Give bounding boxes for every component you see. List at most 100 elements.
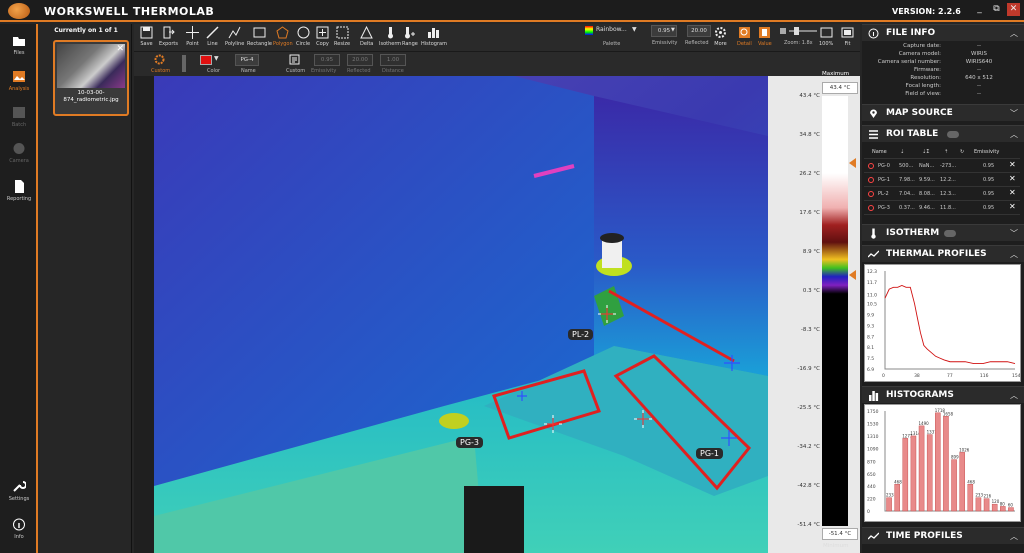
reflected-input[interactable]: 20.00 xyxy=(687,25,711,37)
histogram-y-tick: 1310 xyxy=(867,434,879,440)
close-button[interactable]: ✕ xyxy=(1007,3,1020,16)
nav-camera[interactable]: Camera xyxy=(0,142,38,164)
nav-info[interactable]: Info xyxy=(0,518,38,540)
scale-upper-handle[interactable] xyxy=(849,158,856,168)
histograms-header[interactable]: HISTOGRAMS ︿ xyxy=(862,386,1024,403)
custom-settings-icon[interactable] xyxy=(289,54,300,65)
zoom-100-button[interactable]: 100% xyxy=(819,26,833,47)
exports-button[interactable]: Exports xyxy=(159,26,178,47)
tool-label: Rectangle xyxy=(247,41,272,47)
rectangle-tool[interactable]: Rectangle xyxy=(247,26,272,47)
circle-tool[interactable]: Circle xyxy=(296,26,310,47)
delete-roi-icon[interactable]: ✕ xyxy=(1009,160,1016,169)
roi-label-pg1[interactable]: PG-1 xyxy=(696,448,723,459)
emissivity-dropdown-icon[interactable]: ▼ xyxy=(671,27,675,33)
palette-select[interactable]: Rainbow... xyxy=(596,26,627,33)
copy-button[interactable]: Copy xyxy=(316,26,329,47)
scale-max-input[interactable]: 43.4 °C xyxy=(822,82,858,94)
delete-roi-icon[interactable]: ✕ xyxy=(1009,202,1016,211)
isotherm-toggle[interactable] xyxy=(944,230,956,237)
profile-y-tick: 8.1 xyxy=(867,345,874,351)
sort-max-icon[interactable]: ⇡ xyxy=(944,149,948,155)
roi-table-header[interactable]: ROI TABLE ︿ xyxy=(862,125,1024,142)
nav-files[interactable]: Files xyxy=(0,34,38,56)
chevron-up-icon[interactable]: ︿ xyxy=(1010,531,1018,542)
histogram-bar xyxy=(951,459,957,512)
zoom-out-icon[interactable] xyxy=(780,28,786,34)
detail-button[interactable]: Detail xyxy=(737,26,752,47)
scale-lower-handle[interactable] xyxy=(849,270,856,280)
thermal-scene xyxy=(154,76,768,553)
bar-chart-icon xyxy=(869,391,879,401)
save-button[interactable]: Save xyxy=(140,26,153,47)
tool-label: Value xyxy=(758,41,772,47)
tool-label: Copy xyxy=(316,41,329,47)
nav-analysis[interactable]: Analysis xyxy=(0,70,38,92)
chevron-up-icon[interactable]: ︿ xyxy=(1010,28,1018,39)
roi-distance-input[interactable]: 1.00 xyxy=(380,54,406,66)
batch-icon xyxy=(13,107,25,118)
range-icon xyxy=(405,27,416,39)
point-tool[interactable]: Point xyxy=(186,26,199,47)
chevron-down-icon[interactable]: ﹀ xyxy=(1010,108,1018,119)
resize-button[interactable]: Resize xyxy=(334,26,350,47)
nav-settings[interactable]: Settings xyxy=(0,480,38,502)
delete-roi-icon[interactable]: ✕ xyxy=(1009,174,1016,183)
close-file-icon[interactable]: ✕ xyxy=(116,44,124,54)
scale-min-input[interactable]: -51.4 °C xyxy=(822,528,858,540)
roi-color-dot xyxy=(868,205,874,211)
chevron-down-icon[interactable]: ﹀ xyxy=(1010,228,1018,239)
color-label: Color xyxy=(207,68,221,74)
panel-title: FILE INFO xyxy=(886,28,936,38)
roi-row[interactable]: PG-1 7.98... 9.59... 12.2... 0.95 ✕ xyxy=(864,173,1020,187)
color-swatch[interactable] xyxy=(200,55,212,65)
polygon-tool[interactable]: Polygon xyxy=(273,26,293,47)
image-canvas[interactable]: PL-2 PG-3 PG-1 Maximum 43.4 °C -51.4 °C … xyxy=(134,71,860,553)
chevron-up-icon[interactable]: ︿ xyxy=(1010,249,1018,260)
map-source-header[interactable]: MAP SOURCE ﹀ xyxy=(862,104,1024,121)
delta-tool[interactable]: Delta xyxy=(360,26,373,47)
nav-reporting[interactable]: Reporting xyxy=(0,180,38,202)
thermal-image[interactable]: PL-2 PG-3 PG-1 xyxy=(154,76,768,553)
roi-row[interactable]: PG-0 500... NaN... -273... 0.95 ✕ xyxy=(864,159,1020,173)
zoom-slider-handle[interactable] xyxy=(794,27,799,35)
polyline-tool[interactable]: Polyline xyxy=(225,26,244,47)
roi-name-input[interactable]: PG-4 xyxy=(235,54,259,66)
roi-table-toggle[interactable] xyxy=(947,131,959,138)
roi-row[interactable]: PG-3 0.37... 9.46... 11.8... 0.95 ✕ xyxy=(864,201,1020,215)
minimize-button[interactable]: _ xyxy=(973,3,986,16)
histogram-bar xyxy=(918,425,925,512)
roi-reflected-input[interactable]: 20.00 xyxy=(347,54,373,66)
tool-label: Resize xyxy=(334,41,351,47)
file-info-header[interactable]: FILE INFO ︿ xyxy=(862,24,1024,41)
thermal-profiles-header[interactable]: THERMAL PROFILES ︿ xyxy=(862,245,1024,262)
scale-tick: -51.4 °C xyxy=(797,522,820,528)
roi-emissivity-input[interactable]: 0.95 xyxy=(314,54,340,66)
sort-avg-icon[interactable]: ⇣Σ xyxy=(922,149,929,155)
line-tool[interactable]: Line xyxy=(206,26,219,47)
time-profiles-header[interactable]: TIME PROFILES ︿ xyxy=(862,527,1024,544)
refresh-icon[interactable]: ↻ xyxy=(960,149,964,155)
chevron-up-icon[interactable]: ︿ xyxy=(1010,390,1018,401)
chevron-up-icon[interactable]: ︿ xyxy=(1010,129,1018,140)
panel-title: TIME PROFILES xyxy=(886,531,963,541)
range-tool[interactable]: Range xyxy=(402,26,418,47)
delete-roi-icon[interactable]: ✕ xyxy=(1009,188,1016,197)
palette-dropdown-icon[interactable]: ▼ xyxy=(632,26,637,33)
histogram-y-tick: 1750 xyxy=(867,409,879,415)
fit-button[interactable]: Fit xyxy=(841,26,854,47)
gear-icon[interactable] xyxy=(154,54,165,65)
roi-row[interactable]: PL-2 7.04... 8.08... 12.3... 0.95 ✕ xyxy=(864,187,1020,201)
file-thumbnail[interactable]: ✕ 10-03-00-874_radiometric.jpg xyxy=(53,40,129,116)
value-button[interactable]: Value xyxy=(758,26,772,47)
roi-label-pl2[interactable]: PL-2 xyxy=(568,329,594,340)
isotherm-header[interactable]: ISOTHERM ﹀ xyxy=(862,224,1024,241)
histogram-tool[interactable]: Histogram xyxy=(421,26,447,47)
sort-min-icon[interactable]: ⇣ xyxy=(900,149,904,155)
roi-label-pg3[interactable]: PG-3 xyxy=(456,437,483,448)
more-button[interactable]: More xyxy=(714,26,727,47)
isotherm-tool[interactable]: Isotherm xyxy=(379,26,401,47)
color-dropdown-icon[interactable]: ▼ xyxy=(214,55,219,62)
nav-batch[interactable]: Batch xyxy=(0,106,38,128)
maximize-button[interactable]: ⧉ xyxy=(990,3,1003,16)
